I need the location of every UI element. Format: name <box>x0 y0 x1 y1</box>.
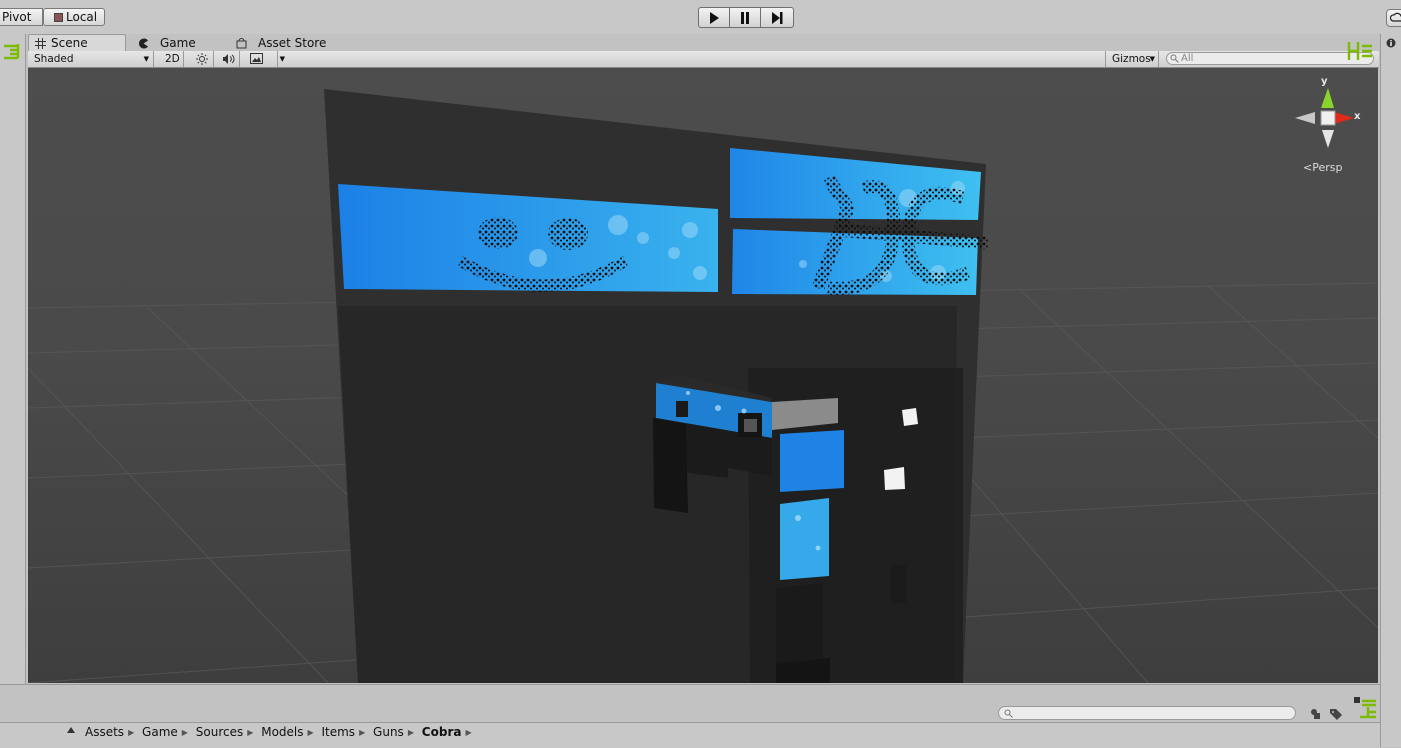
store-icon <box>236 38 247 49</box>
filter-by-type-icon <box>1311 709 1320 719</box>
projection-label: Persp <box>1312 161 1343 174</box>
breadcrumb-item[interactable]: Game <box>142 725 178 739</box>
chevron-right-icon: ▶ <box>359 728 366 737</box>
chevron-left-icon: < <box>1303 161 1313 174</box>
chevron-down-icon: ▼ <box>143 55 149 63</box>
marker-dot <box>884 467 905 490</box>
scene-search-input[interactable]: All <box>1166 52 1374 65</box>
render-mode-label: Shaded <box>34 53 74 65</box>
panel-dock-icon[interactable] <box>2 42 22 60</box>
image-icon <box>250 53 263 64</box>
pacman-icon <box>139 38 148 49</box>
render-mode-dropdown[interactable]: Shaded ▼ <box>28 51 154 67</box>
chevron-right-icon: ▶ <box>307 728 314 737</box>
toggle-2d-button[interactable]: 2D <box>160 51 184 67</box>
chevron-right-icon: ▶ <box>465 728 472 737</box>
step-icon <box>772 12 783 24</box>
cloud-button[interactable] <box>1386 9 1401 27</box>
left-panel-strip <box>0 34 26 684</box>
play-button[interactable] <box>698 7 730 28</box>
speaker-icon <box>223 54 235 64</box>
filter-icons[interactable] <box>1308 707 1350 721</box>
cube-icon <box>54 13 63 22</box>
panel-dock-icon[interactable] <box>1354 697 1378 719</box>
chevron-right-icon: ▶ <box>247 728 254 737</box>
breadcrumb-item-current[interactable]: Cobra <box>422 725 462 739</box>
chevron-right-icon: ▶ <box>128 728 135 737</box>
breadcrumb-item[interactable]: Sources <box>196 725 243 739</box>
effects-toggle[interactable]: ▼ <box>244 51 285 67</box>
gizmo-y-label: y <box>1321 76 1328 87</box>
tab-asset-store-label: Asset Store <box>258 36 327 50</box>
toggle-2d-label: 2D <box>165 53 180 65</box>
scene-search-placeholder: All <box>1181 53 1194 64</box>
breadcrumb: Assets ▶ Game ▶ Sources ▶ Models ▶ Items ▶ Gu… <box>85 724 476 740</box>
pause-button[interactable] <box>729 7 761 28</box>
breadcrumb-item[interactable]: Assets <box>85 725 124 739</box>
gizmos-dropdown[interactable]: Gizmos ▼ <box>1105 51 1159 67</box>
gizmo-center-cube[interactable] <box>1320 110 1336 126</box>
grid-icon <box>35 38 46 49</box>
playback-controls <box>698 7 794 28</box>
sun-icon <box>196 53 208 65</box>
right-panel-strip <box>1380 34 1401 747</box>
project-search-input[interactable] <box>998 706 1296 720</box>
pause-icon <box>741 12 749 24</box>
info-icon[interactable] <box>1386 38 1396 48</box>
breadcrumb-item[interactable]: Items <box>321 725 355 739</box>
audio-toggle[interactable] <box>216 51 240 67</box>
scroll-up-icon[interactable] <box>65 724 77 740</box>
projection-toggle[interactable]: <Persp <box>1303 161 1342 174</box>
main-toolbar: Pivot Local <box>0 0 1401 34</box>
search-icon <box>1170 54 1179 63</box>
marker-dot <box>902 408 918 426</box>
chevron-right-icon: ▶ <box>407 728 414 737</box>
scene-render[interactable] <box>28 68 1378 683</box>
chevron-down-icon: ▼ <box>1149 55 1155 63</box>
scene-toolbar: Shaded ▼ 2D ▼ Gizmos ▼ All <box>28 51 1379 68</box>
breadcrumb-item[interactable]: Guns <box>373 725 404 739</box>
gizmos-label: Gizmos <box>1112 53 1151 65</box>
chevron-down-icon[interactable]: ▼ <box>280 51 285 67</box>
chevron-right-icon: ▶ <box>181 728 188 737</box>
gizmo-x-label: x <box>1354 111 1361 122</box>
local-button[interactable]: Local <box>43 8 105 26</box>
cloud-icon <box>1389 12 1401 22</box>
panel-dock-icon[interactable] <box>1346 40 1374 62</box>
local-label: Local <box>66 10 98 24</box>
play-icon <box>710 12 719 24</box>
tab-scene[interactable]: Scene <box>28 34 126 51</box>
tab-game[interactable]: Game <box>138 35 218 52</box>
project-toolbar <box>0 684 1380 708</box>
tab-asset-store[interactable]: Asset Store <box>236 35 336 52</box>
tag-icon <box>1330 709 1342 720</box>
pivot-button[interactable]: Pivot <box>0 8 43 26</box>
tab-scene-label: Scene <box>51 36 88 50</box>
lighting-toggle[interactable] <box>190 51 214 67</box>
tab-game-label: Game <box>160 36 196 50</box>
step-button[interactable] <box>760 7 794 28</box>
pivot-label: Pivot <box>2 10 32 24</box>
search-icon <box>1004 709 1013 718</box>
scene-viewport[interactable]: y x <Persp <box>28 68 1378 683</box>
breadcrumb-item[interactable]: Models <box>261 725 303 739</box>
